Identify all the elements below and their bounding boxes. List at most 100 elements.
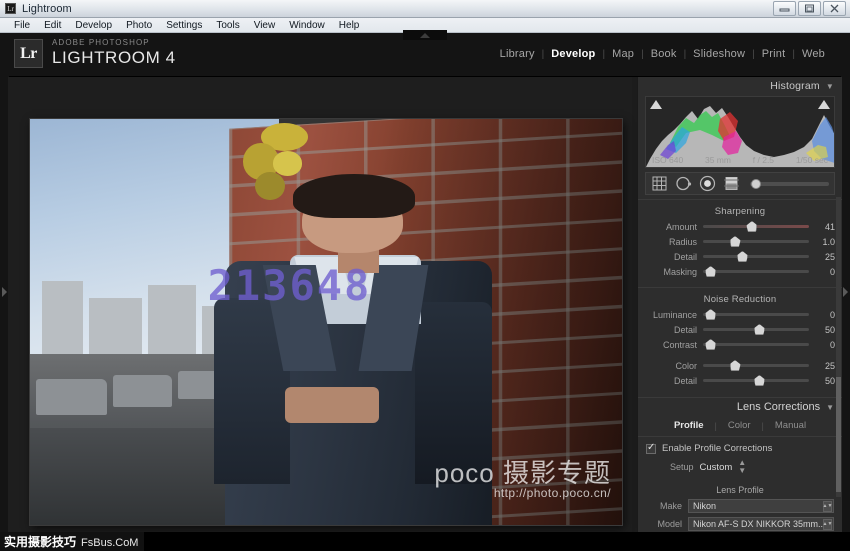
lens-make-select[interactable]: Nikon ▲▼ [688,499,834,513]
slider-track[interactable] [703,324,809,335]
shadow-clipping-icon[interactable] [650,100,662,109]
lightroom-app: Lr ADOBE PHOTOSHOP LIGHTROOM 4 Library |… [0,30,850,551]
slider-amount[interactable]: Amount 41 [638,220,842,233]
slider-track[interactable] [703,339,809,350]
module-map[interactable]: Map [605,48,641,60]
slider-knob[interactable] [746,221,758,232]
chevron-down-icon[interactable]: ▼ [826,403,834,412]
slider-knob[interactable] [705,309,717,320]
lens-make-row[interactable]: Make Nikon ▲▼ [646,499,834,513]
slider-label: Detail [673,251,697,262]
lens-corrections-header[interactable]: Lens Corrections ▼ [638,397,842,416]
slider-track[interactable] [703,251,809,262]
slider-knob[interactable] [736,251,748,262]
sharpening-title: Sharpening [714,206,766,217]
slider-knob[interactable] [729,360,741,371]
noise-reduction-title: Noise Reduction [703,294,777,305]
identity-plate[interactable]: Lr ADOBE PHOTOSHOP LIGHTROOM 4 [14,38,176,68]
spot-removal-icon[interactable] [675,175,692,192]
identity-superline: ADOBE PHOTOSHOP [52,38,150,47]
menu-develop[interactable]: Develop [68,18,119,33]
slider-knob[interactable] [753,324,765,335]
histogram-header[interactable]: Histogram ▼ [638,77,842,95]
slider-radius[interactable]: Radius 1.0 [638,235,842,248]
setup-value[interactable]: Custom [700,462,733,473]
lens-make-value: Nikon [693,501,717,511]
slider-detail[interactable]: Detail 25 [638,250,842,263]
maximize-icon[interactable] [798,1,821,16]
right-panel-collapse[interactable] [841,33,850,551]
slider-color-detail[interactable]: Detail 50 [638,374,842,387]
scrollbar-thumb[interactable] [836,377,841,492]
slider-color[interactable]: Color 25 [638,359,842,372]
chevron-up-icon [420,32,430,38]
histogram-graph[interactable]: ISO 640 35 mm f / 2.5 1/50 sec [645,96,835,168]
watermark-en: FsBus.CoM [81,536,139,549]
lens-make-label: Make [659,501,682,511]
slider-track[interactable] [703,266,809,277]
module-print[interactable]: Print [755,48,793,60]
lens-model-row[interactable]: Model Nikon AF-S DX NIKKOR 35mm... ▲▼ [646,517,834,531]
setup-row[interactable]: Setup Custom ▲ ▼ [646,459,834,475]
crop-overlay-icon[interactable] [651,175,668,192]
slider-label: Color [675,360,697,371]
highlight-clipping-icon[interactable] [818,100,830,109]
red-eye-icon[interactable] [699,175,716,192]
stepper-icon[interactable]: ▲▼ [823,501,832,512]
slider-track[interactable] [703,309,809,320]
menu-photo[interactable]: Photo [119,18,159,33]
photo-preview[interactable]: 213648 poco 摄影专题 http://photo.poco.cn/ [30,119,622,525]
setup-label: Setup [670,462,694,472]
tool-strip [645,172,835,195]
stepper-icon[interactable]: ▲▼ [823,519,832,530]
slider-track[interactable] [703,375,809,386]
chevron-down-icon[interactable]: ▼ [826,82,834,91]
slider-luminance-detail[interactable]: Detail 50 [638,323,842,336]
image-canvas[interactable]: 213648 poco 摄影专题 http://photo.poco.cn/ [8,77,632,539]
top-panel-collapse[interactable] [403,30,447,40]
watermark-url: http://photo.poco.cn/ [493,486,611,500]
menu-settings[interactable]: Settings [159,18,209,33]
brush-size-knob[interactable] [751,178,761,189]
window-title: Lightroom [22,2,72,15]
slider-luminance[interactable]: Luminance 0 [638,308,842,321]
exif-readout: ISO 640 35 mm f / 2.5 1/50 sec [646,155,834,165]
slider-track[interactable] [703,360,809,371]
graduated-filter-icon[interactable] [723,175,740,192]
minimize-icon[interactable] [773,1,796,16]
slider-luminance-contrast[interactable]: Contrast 0 [638,338,842,351]
slider-masking[interactable]: Masking 0 [638,265,842,278]
menu-tools[interactable]: Tools [209,18,246,33]
tab-profile[interactable]: Profile [663,420,715,431]
slider-knob[interactable] [705,266,717,277]
enable-profile-corrections-row[interactable]: Enable Profile Corrections [646,442,834,454]
slider-knob[interactable] [705,339,717,350]
module-develop[interactable]: Develop [544,48,602,60]
slider-knob[interactable] [729,236,741,247]
tab-color[interactable]: Color [717,420,762,431]
slider-value: 0 [829,309,835,320]
right-panel-scrollbar[interactable] [836,197,841,497]
brush-size-slider[interactable] [750,178,829,189]
slider-knob[interactable] [753,375,765,386]
slider-track[interactable] [703,236,809,247]
lens-model-select[interactable]: Nikon AF-S DX NIKKOR 35mm... ▲▼ [688,517,834,531]
menu-file[interactable]: File [7,18,37,33]
menu-window[interactable]: Window [282,18,332,33]
lens-profile-title: Lens Profile [716,485,764,495]
close-icon[interactable] [823,1,846,16]
module-library[interactable]: Library [493,48,542,60]
exif-shutter: 1/50 sec [795,155,828,165]
enable-profile-checkbox[interactable] [646,442,656,454]
identity-product: LIGHTROOM 4 [52,48,176,67]
menu-help[interactable]: Help [332,18,367,33]
module-book[interactable]: Book [644,48,684,60]
slider-track[interactable] [703,221,809,232]
chevron-right-icon [2,287,7,297]
tab-manual[interactable]: Manual [764,420,817,431]
menu-view[interactable]: View [247,18,283,33]
menu-edit[interactable]: Edit [37,18,68,33]
module-slideshow[interactable]: Slideshow [686,48,752,60]
stepper-icon[interactable]: ▲▼ [738,459,746,475]
module-web[interactable]: Web [795,48,832,60]
